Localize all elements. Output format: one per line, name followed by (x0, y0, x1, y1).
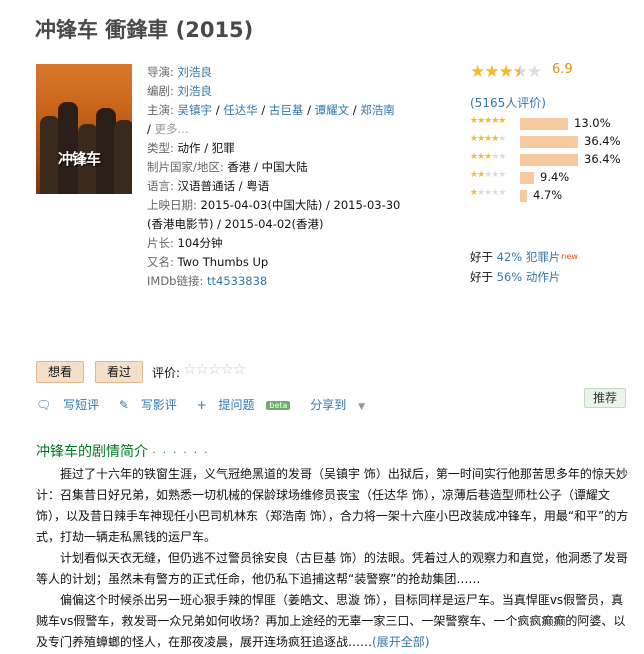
language-value: 汉语普通话 / 粤语 (177, 179, 270, 193)
movie-page: { "title": "冲锋车 衝鋒車 (2015)", "poster": {… (0, 0, 644, 654)
star-row-icon: ★★★★★ (470, 152, 506, 162)
rating-bar (520, 118, 568, 130)
expand-all-link[interactable]: (展开全部) (372, 635, 429, 649)
rating-bar (520, 136, 578, 148)
rating-percent: 4.7% (533, 188, 563, 202)
genre-label: 类型: (147, 141, 174, 155)
release-date: 2015-04-02(香港) (224, 217, 324, 231)
want-to-watch-button[interactable]: 想看 (36, 361, 84, 383)
release-label: 上映日期: (147, 198, 197, 212)
writer-label: 编剧: (147, 84, 174, 98)
evaluate-label: 评价: (152, 366, 181, 380)
write-review-button[interactable]: ✎ 写影评 (119, 398, 185, 412)
star-row-icon: ★★★★★ (470, 134, 506, 144)
runtime-value: 104分钟 (177, 236, 223, 250)
new-badge: new (561, 252, 578, 261)
cast-link[interactable]: 古巨基 (269, 103, 304, 117)
imdb-label: IMDb链接: (147, 274, 204, 288)
release-date: 2015-03-30 (333, 198, 401, 212)
watched-button[interactable]: 看过 (95, 361, 143, 383)
movie-info: 导演: 刘浩良 编剧: 刘浩良 主演: 吴镇宇 / 任达华 / 古巨基 / 谭耀… (147, 65, 401, 288)
cast-link[interactable]: 吴镇宇 (178, 103, 213, 117)
rating-stars-icon: ★★★★★★ (470, 62, 542, 82)
recommend-button[interactable]: 推荐 (584, 388, 627, 408)
better-than: 好于 42% 犯罪片new 好于 56% 动作片 (470, 247, 578, 287)
better-prefix: 好于 (470, 270, 497, 284)
cast-link[interactable]: 任达华 (223, 103, 258, 117)
write-short-review-button[interactable]: 🗨 写短评 (36, 398, 107, 412)
share-button[interactable]: 分享到 ▼ (310, 398, 373, 412)
genre-value: 犯罪 (211, 141, 235, 155)
star-row-icon: ★★★★★ (470, 170, 506, 180)
star-row-icon: ★★★★★ (470, 188, 506, 198)
poster-title: 冲锋车 (58, 150, 101, 168)
imdb-link[interactable]: tt4533838 (207, 274, 267, 288)
aka-value: Two Thumbs Up (177, 255, 269, 269)
beta-badge: beta (266, 401, 291, 410)
rating-percent: 36.4% (584, 152, 621, 166)
country-value: 香港 / 中国大陆 (227, 160, 308, 174)
rating-percent: 36.4% (584, 134, 621, 148)
chevron-down-icon: ▼ (358, 402, 366, 412)
language-label: 语言: (147, 179, 174, 193)
synopsis-paragraph: 计划看似天衣无缝，但仍逃不过警员徐安良（古巨基 饰）的法眼。凭着过人的观察力和直… (36, 551, 628, 586)
release-date-note: (香港电影节) (147, 217, 214, 231)
writer-link[interactable]: 刘浩良 (178, 84, 213, 98)
cast-link[interactable]: 谭耀文 (315, 103, 350, 117)
rate-stars-icon[interactable]: ☆☆☆☆☆ (183, 360, 246, 378)
rating-bar (520, 154, 578, 166)
rating-score: 6.9 (552, 62, 573, 77)
movie-poster[interactable]: 冲锋车 (36, 64, 132, 194)
plus-icon: + (196, 398, 207, 412)
country-label: 制片国家/地区: (147, 160, 224, 174)
pencil-icon: ✎ (118, 398, 129, 412)
better-than-link[interactable]: 56% 动作片 (497, 270, 561, 284)
star-row-icon: ★★★★★ (470, 116, 506, 126)
genre-value: 动作 (177, 141, 201, 155)
rating-percent: 13.0% (574, 116, 611, 130)
director-label: 导演: (147, 65, 174, 79)
synopsis-text: 捱过了十六年的铁窗生涯，义气冠绝黑道的发哥（吴镇宇 饰）出狱后，第一时间实行他那… (36, 464, 630, 653)
rating-percent: 9.4% (540, 170, 570, 184)
ask-question-button[interactable]: + 提问题 beta (197, 398, 299, 412)
cast-label: 主演: (147, 103, 174, 117)
synopsis-paragraph: 偏偏这个时候杀出另一班心狠手辣的悍匪（姜皓文、思漩 饰），目标同样是运尸车。当真… (36, 593, 626, 649)
rating-bar (520, 172, 534, 184)
better-than-link[interactable]: 42% 犯罪片 (497, 250, 561, 264)
better-prefix: 好于 (470, 250, 497, 264)
synopsis-paragraph: 捱过了十六年的铁窗生涯，义气冠绝黑道的发哥（吴镇宇 饰）出狱后，第一时间实行他那… (36, 467, 629, 544)
rating-bar (520, 190, 527, 202)
runtime-label: 片长: (147, 236, 174, 250)
cast-more-link[interactable]: 更多... (155, 122, 189, 136)
rating-votes-link[interactable]: (5165人评价) (470, 94, 546, 111)
synopsis-title: 冲锋车的剧情简介 · · · · · · (36, 444, 210, 460)
aka-label: 又名: (147, 255, 174, 269)
cast-link[interactable]: 郑浩南 (360, 103, 395, 117)
director-link[interactable]: 刘浩良 (178, 65, 213, 79)
comment-icon: 🗨 (36, 398, 52, 412)
release-date: 2015-04-03(中国大陆) (200, 198, 323, 212)
page-title: 冲锋车 衝鋒車 (2015) (35, 18, 254, 42)
action-bar: 🗨 写短评 ✎ 写影评 + 提问题 beta 分享到 ▼ (36, 396, 381, 413)
